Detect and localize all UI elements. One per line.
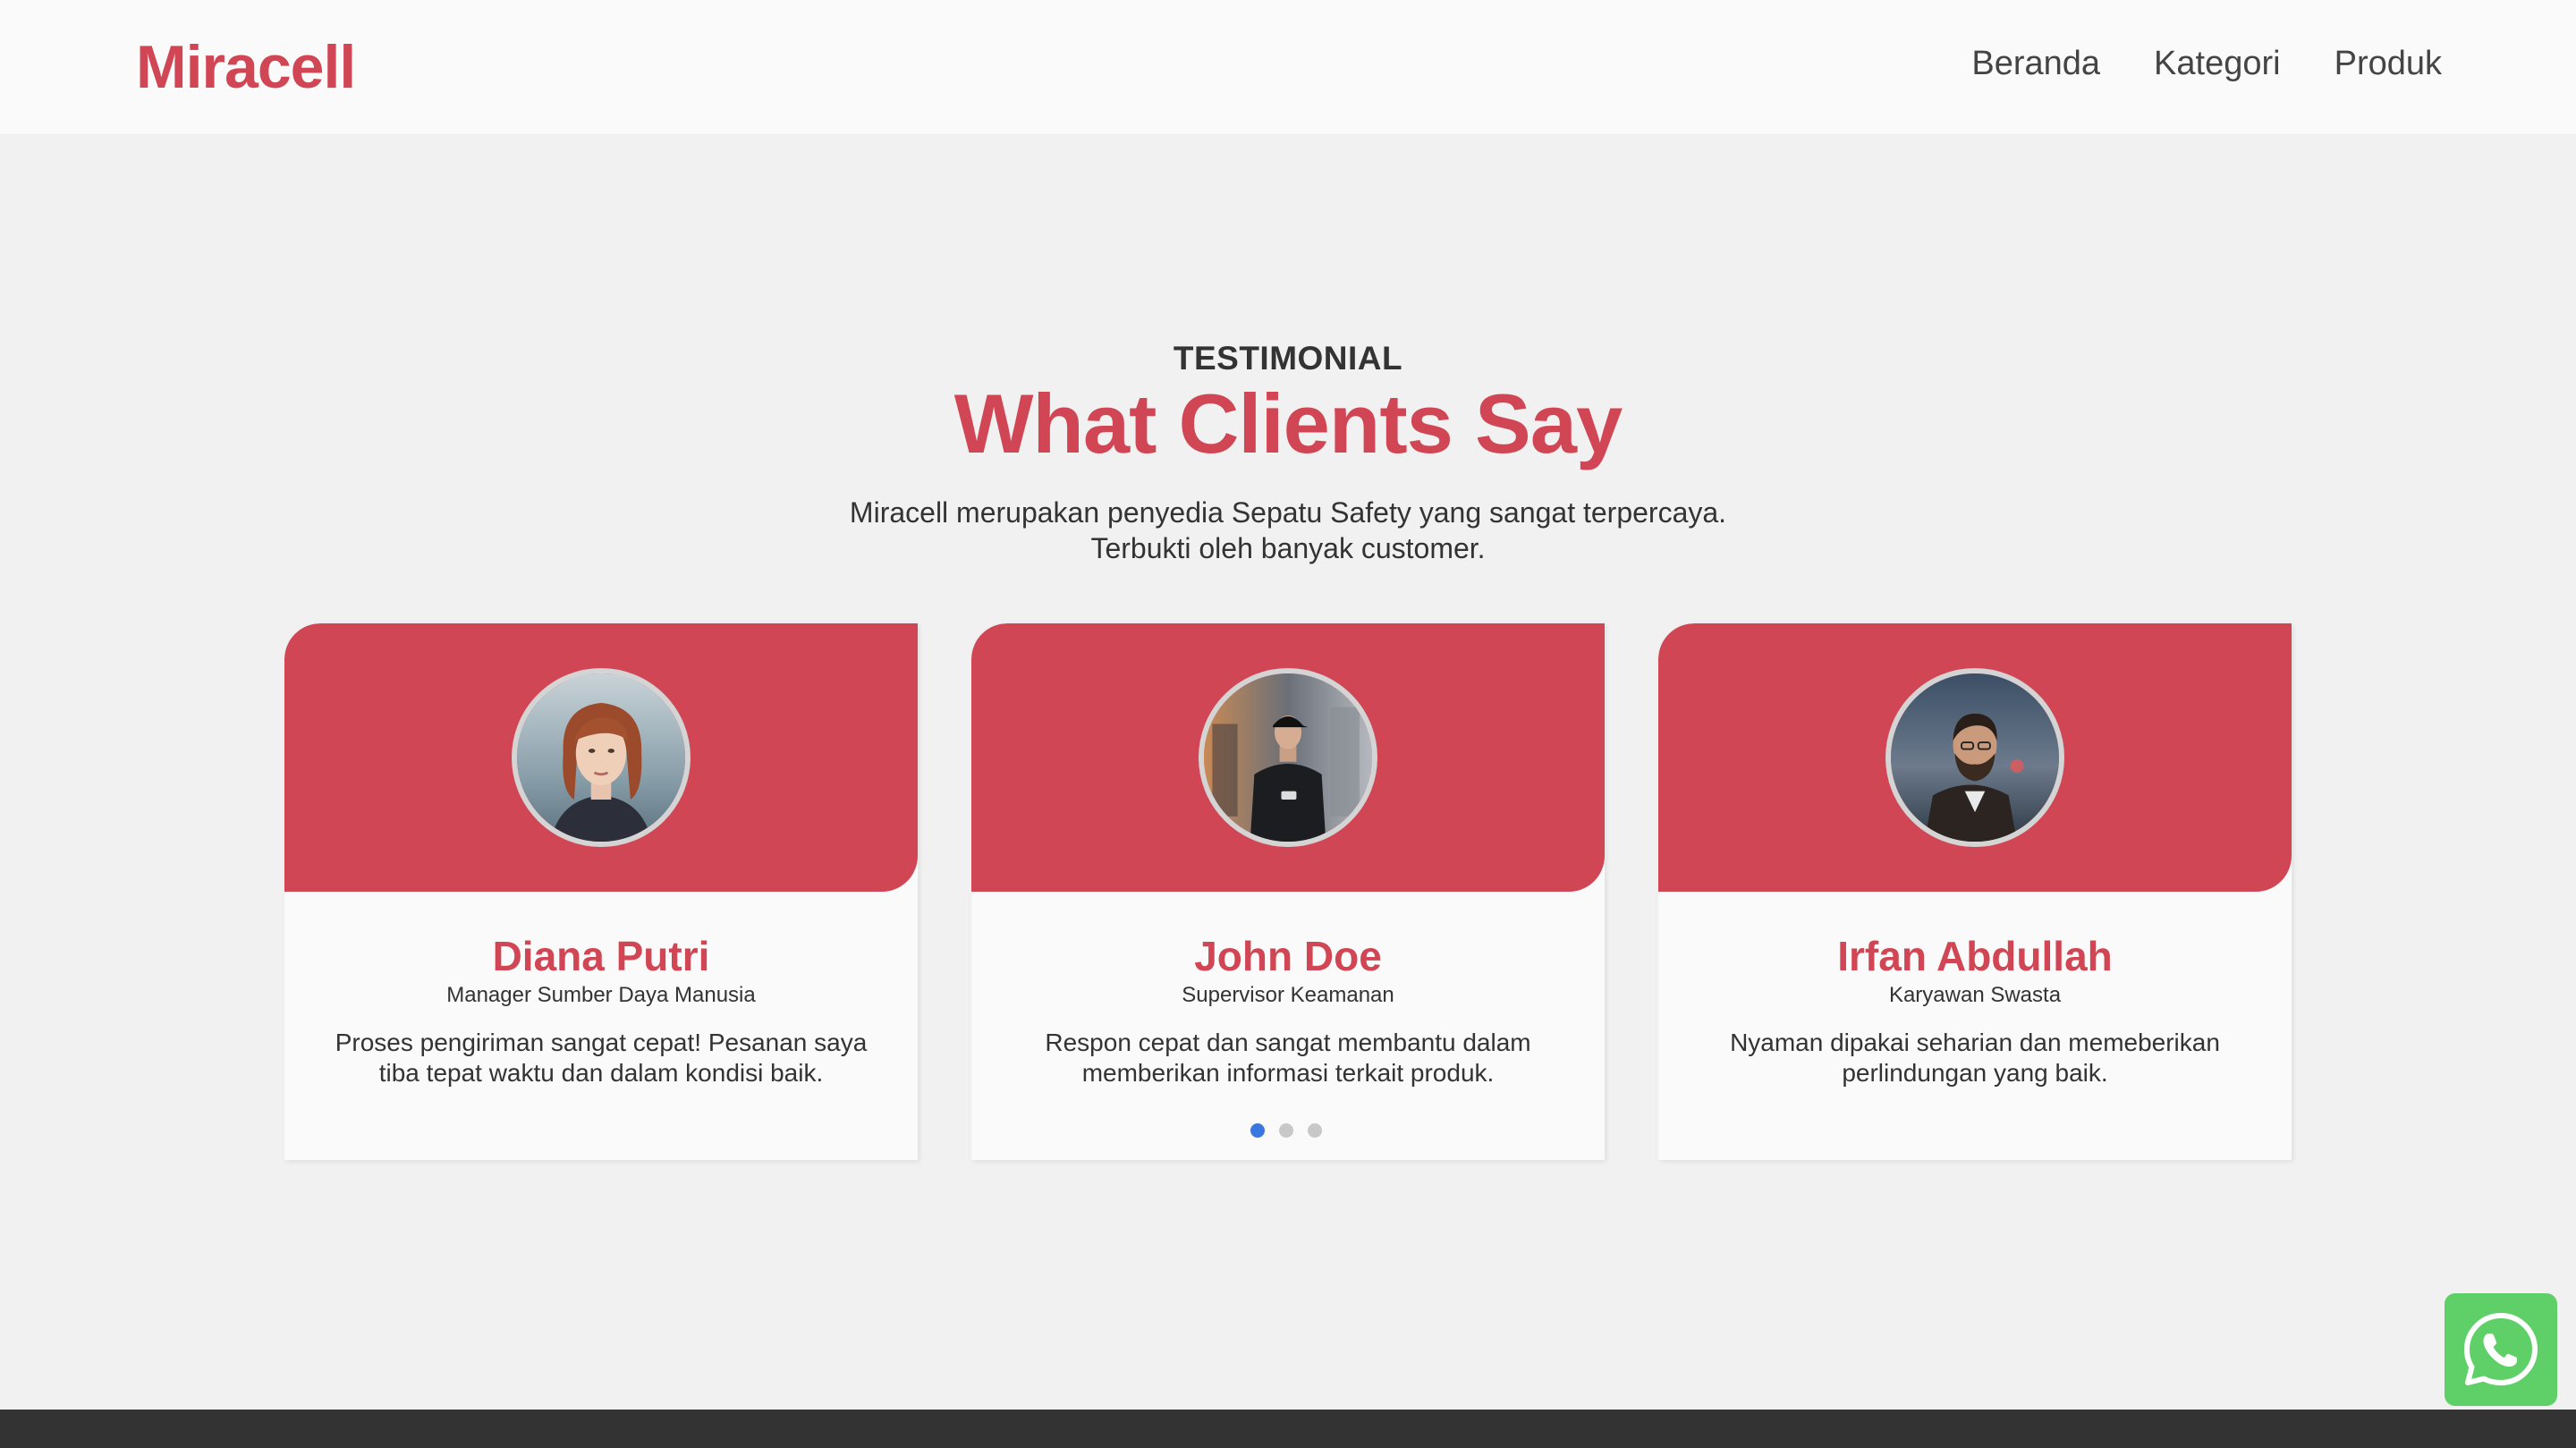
card-header — [971, 623, 1605, 892]
client-role: Karyawan Swasta — [1888, 983, 2062, 1007]
client-role: Supervisor Keamanan — [1182, 983, 1394, 1007]
carousel-dot[interactable] — [1250, 1123, 1265, 1138]
avatar — [512, 668, 691, 847]
client-name: John Doe — [1194, 933, 1382, 979]
client-quote: Respon cepat dan sangat membantu dalam m… — [1045, 1029, 1531, 1087]
avatar-photo-woman — [517, 673, 685, 842]
whatsapp-icon — [2464, 1313, 2538, 1385]
brand-logo[interactable]: Miracell — [136, 32, 356, 102]
avatar — [1199, 668, 1377, 847]
avatar-photo-man-beard — [1891, 673, 2059, 842]
carousel-dot[interactable] — [1279, 1123, 1293, 1138]
avatar-photo-man-cap — [1204, 673, 1372, 842]
nav-beranda[interactable]: Beranda — [1971, 45, 2100, 83]
carousel-pagination — [1250, 1123, 1322, 1138]
nav-produk[interactable]: Produk — [2334, 45, 2442, 83]
footer-bar — [0, 1410, 2576, 1448]
subtitle-line-1: Miracell merupakan penyedia Sepatu Safet… — [849, 496, 1727, 529]
card-header — [284, 623, 918, 892]
subtitle-line-2: Terbukti oleh banyak customer. — [1090, 532, 1486, 564]
client-role: Manager Sumber Daya Manusia — [446, 983, 756, 1007]
client-quote: Nyaman dipakai seharian dan memeberikan … — [1730, 1029, 2220, 1087]
testimonial-card: Diana Putri Manager Sumber Daya Manusia … — [284, 623, 918, 1160]
card-header — [1658, 623, 2292, 892]
section-eyebrow: TESTIMONIAL — [1173, 340, 1403, 377]
testimonial-card: John Doe Supervisor Keamanan Respon cepa… — [971, 623, 1605, 1160]
main-nav: Beranda Kategori Produk — [1971, 45, 2442, 83]
testimonial-card: Irfan Abdullah Karyawan Swasta Nyaman di… — [1658, 623, 2292, 1160]
page: Miracell Beranda Kategori Produk TESTIMO… — [0, 0, 2576, 1448]
client-name: Diana Putri — [492, 933, 710, 979]
site-header: Miracell Beranda Kategori Produk — [0, 0, 2576, 134]
client-name: Irfan Abdullah — [1837, 933, 2113, 979]
avatar — [1885, 668, 2064, 847]
whatsapp-button[interactable] — [2445, 1293, 2557, 1406]
nav-kategori[interactable]: Kategori — [2154, 45, 2281, 83]
section-title: What Clients Say — [953, 377, 1623, 470]
client-quote: Proses pengiriman sangat cepat! Pesanan … — [335, 1029, 868, 1087]
carousel-dot[interactable] — [1308, 1123, 1322, 1138]
section-subtitle: Miracell merupakan penyedia Sepatu Safet… — [0, 495, 2576, 566]
